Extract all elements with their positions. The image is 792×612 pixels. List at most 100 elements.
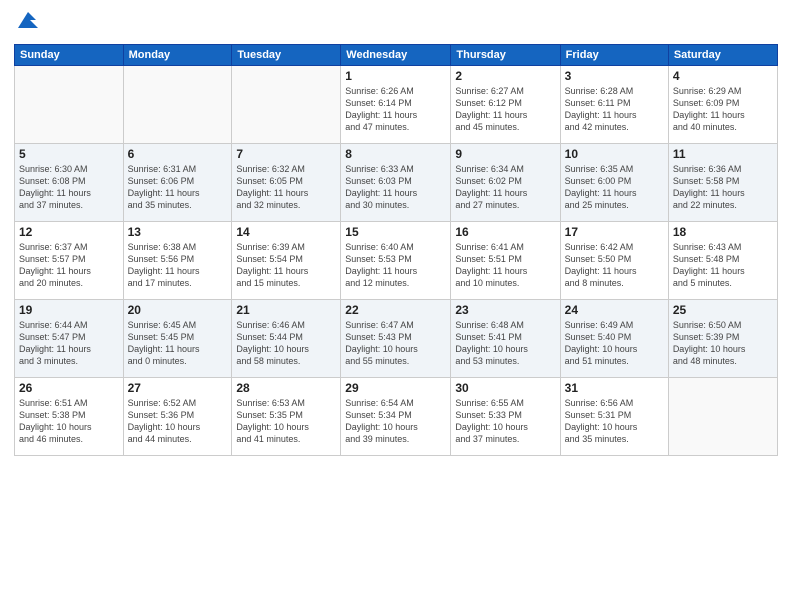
calendar-cell: 28 Sunrise: 6:53 AM Sunset: 5:35 PM Dayli… xyxy=(232,377,341,455)
day-number: 8 xyxy=(345,147,446,161)
calendar-week-row: 12 Sunrise: 6:37 AM Sunset: 5:57 PM Dayli… xyxy=(15,221,778,299)
day-number: 18 xyxy=(673,225,773,239)
logo xyxy=(14,10,38,38)
calendar-cell: 25Sunrise: 6:50 AM Sunset: 5:39 PM Dayli… xyxy=(668,299,777,377)
day-number: 28 xyxy=(236,381,336,395)
calendar-cell: 18 Sunrise: 6:43 AM Sunset: 5:48 PM Dayli… xyxy=(668,221,777,299)
day-number: 29 xyxy=(345,381,446,395)
day-info: Sunrise: 6:32 AM Sunset: 6:05 PM Dayligh… xyxy=(236,163,336,212)
page: SundayMondayTuesdayWednesdayThursdayFrid… xyxy=(0,0,792,612)
day-info: Sunrise: 6:42 AM Sunset: 5:50 PM Dayligh… xyxy=(565,241,664,290)
day-number: 30 xyxy=(455,381,555,395)
day-number: 2 xyxy=(455,69,555,83)
calendar-cell xyxy=(668,377,777,455)
day-number: 12 xyxy=(19,225,119,239)
day-info: Sunrise: 6:47 AM Sunset: 5:43 PM Dayligh… xyxy=(345,319,446,368)
day-info: Sunrise: 6:49 AM Sunset: 5:40 PM Dayligh… xyxy=(565,319,664,368)
day-number: 23 xyxy=(455,303,555,317)
weekday-header-wednesday: Wednesday xyxy=(341,44,451,65)
day-info: Sunrise: 6:28 AM Sunset: 6:11 PM Dayligh… xyxy=(565,85,664,134)
weekday-header-saturday: Saturday xyxy=(668,44,777,65)
calendar-cell: 15 Sunrise: 6:40 AM Sunset: 5:53 PM Dayli… xyxy=(341,221,451,299)
day-info: Sunrise: 6:51 AM Sunset: 5:38 PM Dayligh… xyxy=(19,397,119,446)
calendar-cell: 14 Sunrise: 6:39 AM Sunset: 5:54 PM Dayli… xyxy=(232,221,341,299)
day-number: 22 xyxy=(345,303,446,317)
calendar-cell: 19 Sunrise: 6:44 AM Sunset: 5:47 PM Dayli… xyxy=(15,299,124,377)
calendar-week-row: 26 Sunrise: 6:51 AM Sunset: 5:38 PM Dayli… xyxy=(15,377,778,455)
day-info: Sunrise: 6:37 AM Sunset: 5:57 PM Dayligh… xyxy=(19,241,119,290)
calendar-table: SundayMondayTuesdayWednesdayThursdayFrid… xyxy=(14,44,778,456)
day-info: Sunrise: 6:48 AM Sunset: 5:41 PM Dayligh… xyxy=(455,319,555,368)
day-number: 7 xyxy=(236,147,336,161)
calendar-cell: 7 Sunrise: 6:32 AM Sunset: 6:05 PM Daylig… xyxy=(232,143,341,221)
weekday-header-thursday: Thursday xyxy=(451,44,560,65)
calendar-week-row: 19 Sunrise: 6:44 AM Sunset: 5:47 PM Dayli… xyxy=(15,299,778,377)
day-number: 9 xyxy=(455,147,555,161)
day-info: Sunrise: 6:38 AM Sunset: 5:56 PM Dayligh… xyxy=(128,241,228,290)
header xyxy=(14,10,778,38)
day-number: 3 xyxy=(565,69,664,83)
day-info: Sunrise: 6:54 AM Sunset: 5:34 PM Dayligh… xyxy=(345,397,446,446)
calendar-cell xyxy=(123,65,232,143)
day-info: Sunrise: 6:41 AM Sunset: 5:51 PM Dayligh… xyxy=(455,241,555,290)
day-info: Sunrise: 6:52 AM Sunset: 5:36 PM Dayligh… xyxy=(128,397,228,446)
day-info: Sunrise: 6:55 AM Sunset: 5:33 PM Dayligh… xyxy=(455,397,555,446)
day-number: 26 xyxy=(19,381,119,395)
day-number: 16 xyxy=(455,225,555,239)
day-info: Sunrise: 6:56 AM Sunset: 5:31 PM Dayligh… xyxy=(565,397,664,446)
day-info: Sunrise: 6:30 AM Sunset: 6:08 PM Dayligh… xyxy=(19,163,119,212)
calendar-cell: 23 Sunrise: 6:48 AM Sunset: 5:41 PM Dayli… xyxy=(451,299,560,377)
calendar-cell: 1Sunrise: 6:26 AM Sunset: 6:14 PM Daylig… xyxy=(341,65,451,143)
day-number: 21 xyxy=(236,303,336,317)
day-number: 6 xyxy=(128,147,228,161)
day-info: Sunrise: 6:35 AM Sunset: 6:00 PM Dayligh… xyxy=(565,163,664,212)
weekday-header-monday: Monday xyxy=(123,44,232,65)
logo-icon xyxy=(16,10,38,32)
calendar-cell: 6 Sunrise: 6:31 AM Sunset: 6:06 PM Daylig… xyxy=(123,143,232,221)
day-number: 24 xyxy=(565,303,664,317)
calendar-cell: 10 Sunrise: 6:35 AM Sunset: 6:00 PM Dayli… xyxy=(560,143,668,221)
day-info: Sunrise: 6:39 AM Sunset: 5:54 PM Dayligh… xyxy=(236,241,336,290)
day-number: 10 xyxy=(565,147,664,161)
day-info: Sunrise: 6:53 AM Sunset: 5:35 PM Dayligh… xyxy=(236,397,336,446)
calendar-cell: 17Sunrise: 6:42 AM Sunset: 5:50 PM Dayli… xyxy=(560,221,668,299)
calendar-cell: 9Sunrise: 6:34 AM Sunset: 6:02 PM Daylig… xyxy=(451,143,560,221)
calendar-cell: 11 Sunrise: 6:36 AM Sunset: 5:58 PM Dayli… xyxy=(668,143,777,221)
day-info: Sunrise: 6:46 AM Sunset: 5:44 PM Dayligh… xyxy=(236,319,336,368)
calendar-cell: 26 Sunrise: 6:51 AM Sunset: 5:38 PM Dayli… xyxy=(15,377,124,455)
calendar-cell: 29 Sunrise: 6:54 AM Sunset: 5:34 PM Dayli… xyxy=(341,377,451,455)
day-info: Sunrise: 6:43 AM Sunset: 5:48 PM Dayligh… xyxy=(673,241,773,290)
calendar-week-row: 1Sunrise: 6:26 AM Sunset: 6:14 PM Daylig… xyxy=(15,65,778,143)
day-number: 11 xyxy=(673,147,773,161)
calendar-cell: 16 Sunrise: 6:41 AM Sunset: 5:51 PM Dayli… xyxy=(451,221,560,299)
calendar-cell: 27 Sunrise: 6:52 AM Sunset: 5:36 PM Dayli… xyxy=(123,377,232,455)
day-number: 31 xyxy=(565,381,664,395)
weekday-header-tuesday: Tuesday xyxy=(232,44,341,65)
day-info: Sunrise: 6:36 AM Sunset: 5:58 PM Dayligh… xyxy=(673,163,773,212)
day-info: Sunrise: 6:40 AM Sunset: 5:53 PM Dayligh… xyxy=(345,241,446,290)
calendar-cell: 13Sunrise: 6:38 AM Sunset: 5:56 PM Dayli… xyxy=(123,221,232,299)
calendar-cell: 8Sunrise: 6:33 AM Sunset: 6:03 PM Daylig… xyxy=(341,143,451,221)
day-number: 20 xyxy=(128,303,228,317)
calendar-cell: 3 Sunrise: 6:28 AM Sunset: 6:11 PM Daylig… xyxy=(560,65,668,143)
calendar-cell: 24 Sunrise: 6:49 AM Sunset: 5:40 PM Dayli… xyxy=(560,299,668,377)
calendar-cell xyxy=(15,65,124,143)
calendar-week-row: 5Sunrise: 6:30 AM Sunset: 6:08 PM Daylig… xyxy=(15,143,778,221)
weekday-header-friday: Friday xyxy=(560,44,668,65)
calendar-cell: 2 Sunrise: 6:27 AM Sunset: 6:12 PM Daylig… xyxy=(451,65,560,143)
day-number: 14 xyxy=(236,225,336,239)
day-info: Sunrise: 6:29 AM Sunset: 6:09 PM Dayligh… xyxy=(673,85,773,134)
day-number: 19 xyxy=(19,303,119,317)
calendar-cell: 21 Sunrise: 6:46 AM Sunset: 5:44 PM Dayli… xyxy=(232,299,341,377)
day-info: Sunrise: 6:50 AM Sunset: 5:39 PM Dayligh… xyxy=(673,319,773,368)
calendar-cell: 30 Sunrise: 6:55 AM Sunset: 5:33 PM Dayli… xyxy=(451,377,560,455)
day-info: Sunrise: 6:44 AM Sunset: 5:47 PM Dayligh… xyxy=(19,319,119,368)
day-number: 27 xyxy=(128,381,228,395)
weekday-header-sunday: Sunday xyxy=(15,44,124,65)
day-info: Sunrise: 6:31 AM Sunset: 6:06 PM Dayligh… xyxy=(128,163,228,212)
calendar-cell: 12 Sunrise: 6:37 AM Sunset: 5:57 PM Dayli… xyxy=(15,221,124,299)
day-info: Sunrise: 6:45 AM Sunset: 5:45 PM Dayligh… xyxy=(128,319,228,368)
day-info: Sunrise: 6:27 AM Sunset: 6:12 PM Dayligh… xyxy=(455,85,555,134)
day-info: Sunrise: 6:26 AM Sunset: 6:14 PM Dayligh… xyxy=(345,85,446,134)
day-number: 15 xyxy=(345,225,446,239)
